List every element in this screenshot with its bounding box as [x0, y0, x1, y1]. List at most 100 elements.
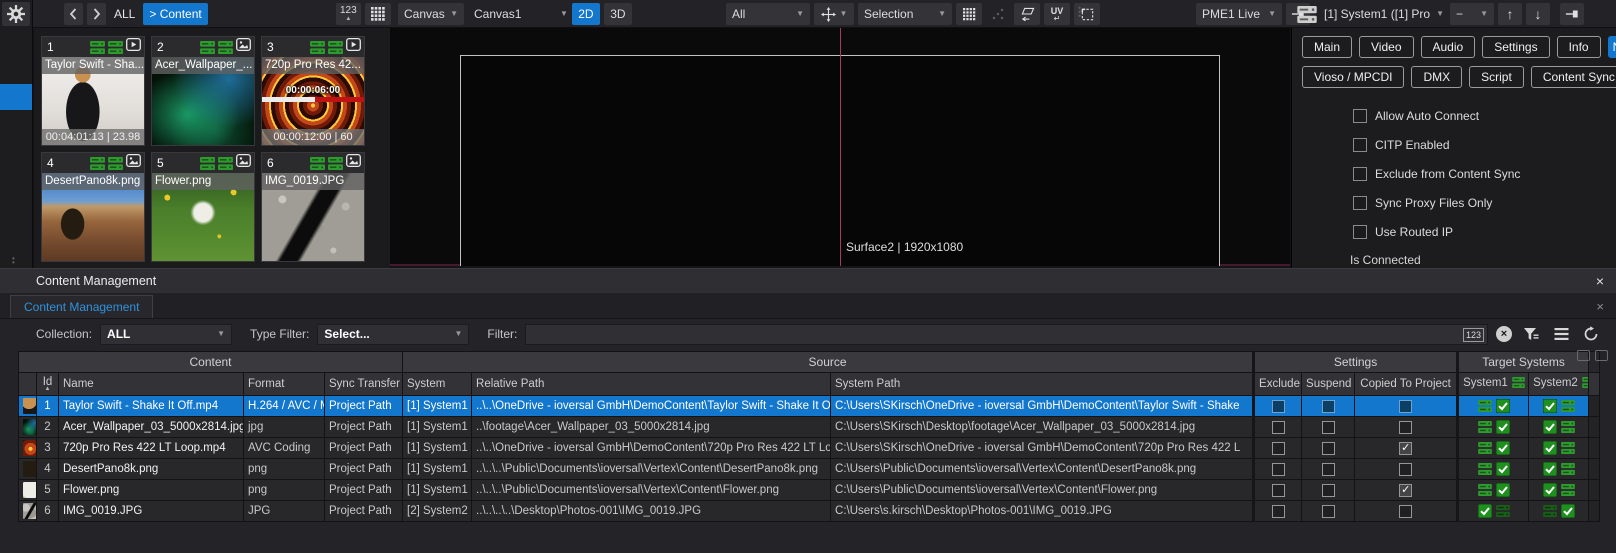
checkbox[interactable] — [1399, 484, 1412, 497]
table-row[interactable]: 1 Taylor Swift - Shake It Off.mp4 H.264 … — [19, 396, 1600, 417]
numbering-toggle-button[interactable]: 123▲ — [336, 3, 361, 25]
checkbox[interactable] — [1272, 463, 1285, 476]
tab-audio[interactable]: Audio — [1421, 36, 1476, 58]
column-name[interactable]: Name — [59, 373, 244, 396]
window-titlebar[interactable]: Content Management × — [0, 269, 1616, 293]
breadcrumb-all[interactable]: ALL — [110, 7, 139, 21]
column-system[interactable]: System — [403, 373, 472, 396]
chevron-down-icon[interactable]: ▼ — [560, 10, 568, 18]
checkbox[interactable] — [1399, 505, 1412, 518]
content-tile[interactable]: 4 DesertPano8k.png — [41, 152, 145, 262]
pin-button[interactable] — [1560, 3, 1584, 25]
column-system2[interactable]: System2 — [1529, 373, 1589, 396]
system-select-dropdown[interactable]: [1] System1 ([1] Pro▼ — [1322, 3, 1446, 25]
checkbox[interactable] — [1399, 442, 1412, 455]
tab-script[interactable]: Script — [1469, 66, 1524, 88]
content-tile[interactable]: 3 720p Pro Res 42... 00:00:06:00 00:00:1… — [261, 36, 365, 146]
group-header-target-systems[interactable]: Target Systems — [1458, 352, 1589, 373]
table-row[interactable]: 5 Flower.png png Project Path [1] System… — [19, 480, 1600, 501]
column-relative-path[interactable]: Relative Path — [472, 373, 831, 396]
checkbox[interactable] — [1322, 400, 1335, 413]
move-down-button[interactable]: ↓ — [1526, 3, 1550, 25]
layer-filter-dropdown[interactable]: All▼ — [726, 3, 810, 25]
checkbox[interactable] — [1322, 442, 1335, 455]
table-row[interactable]: 2 Acer_Wallpaper_03_5000x2814.jpg jpg Pr… — [19, 417, 1600, 438]
table-row[interactable]: 6 IMG_0019.JPG JPG Project Path [2] Syst… — [19, 501, 1600, 522]
transform-warp-button[interactable] — [1014, 3, 1040, 25]
column-suspend[interactable]: Suspend — [1302, 373, 1355, 396]
move-up-button[interactable]: ↑ — [1498, 3, 1522, 25]
grid-view-button[interactable] — [365, 3, 391, 25]
toolbar-grip[interactable]: ••• — [1078, 6, 1081, 18]
close-icon[interactable]: × — [1596, 299, 1604, 318]
checkbox[interactable] — [1322, 484, 1335, 497]
group-header-content[interactable]: Content — [19, 352, 403, 373]
tab-settings[interactable]: Settings — [1482, 36, 1549, 58]
forward-button[interactable] — [87, 3, 106, 25]
tab-partial[interactable]: N — [1608, 36, 1616, 58]
tab-video[interactable]: Video — [1359, 36, 1413, 58]
column-sync-transfer[interactable]: Sync Transfer — [325, 373, 403, 396]
checkbox[interactable] — [1272, 505, 1285, 518]
checkbox[interactable] — [1353, 225, 1367, 239]
snap-points-button[interactable] — [986, 3, 1010, 25]
tab-dmx[interactable]: DMX — [1411, 66, 1462, 88]
column-format[interactable]: Format — [244, 373, 325, 396]
group-header-source[interactable]: Source — [403, 352, 1254, 373]
clear-filter-button[interactable]: × — [1496, 326, 1512, 342]
close-icon[interactable]: × — [1596, 274, 1604, 288]
minus-dropdown[interactable]: −▼ — [1450, 3, 1494, 25]
content-tab[interactable]: > Content — [143, 3, 207, 25]
column-id[interactable]: Id▲ — [37, 373, 59, 396]
checkbox[interactable] — [1399, 421, 1412, 434]
content-tile[interactable]: 5 Flower.png — [151, 152, 255, 262]
tab-content-sync[interactable]: Content Sync — [1531, 66, 1616, 88]
tab-info[interactable]: Info — [1557, 36, 1601, 58]
canvas-viewport[interactable]: Surface2 | 1920x1080 — [390, 28, 1290, 266]
collection-dropdown[interactable]: ALL▼ — [100, 324, 232, 345]
checkbox[interactable] — [1353, 138, 1367, 152]
refresh-button[interactable] — [1580, 323, 1602, 345]
checkbox[interactable] — [1272, 442, 1285, 455]
list-view-button[interactable] — [1550, 323, 1572, 345]
tab-content-management[interactable]: Content Management — [10, 295, 153, 318]
grid-snap-button[interactable] — [956, 3, 982, 25]
checkbox[interactable] — [1399, 400, 1412, 413]
filter-input[interactable]: 123 — [525, 324, 1488, 345]
table-row[interactable]: 4 DesertPano8k.png png Project Path [1] … — [19, 459, 1600, 480]
selection-mode-dropdown[interactable]: Selection▼ — [858, 3, 952, 25]
back-button[interactable] — [64, 3, 83, 25]
checkbox[interactable] — [1272, 484, 1285, 497]
mode-2d-button[interactable]: 2D — [572, 3, 600, 25]
grip-dots-icon[interactable]: •• — [12, 257, 15, 265]
checkbox[interactable] — [1399, 463, 1412, 476]
table-option-icon[interactable] — [1577, 350, 1590, 361]
content-tile[interactable]: 6 IMG_0019.JPG — [261, 152, 365, 262]
canvas-name-field[interactable]: Canvas1 — [468, 3, 556, 25]
checkbox[interactable] — [1353, 196, 1367, 210]
canvas-type-dropdown[interactable]: Canvas▼ — [398, 3, 464, 25]
pme-live-dropdown[interactable]: PME1 Live▼ — [1196, 3, 1282, 25]
move-tool-button[interactable]: ▼ — [814, 3, 854, 25]
mode-3d-button[interactable]: 3D — [604, 3, 632, 25]
content-tile[interactable]: 1 Taylor Swift - Sha... 00:04:01:13 | 23… — [41, 36, 145, 146]
uv-mapping-button[interactable]: UV↵ — [1044, 3, 1070, 25]
column-system1[interactable]: System1 — [1458, 373, 1529, 396]
filter-funnel-button[interactable] — [1520, 323, 1542, 345]
checkbox[interactable] — [1272, 421, 1285, 434]
checkbox[interactable] — [1353, 109, 1367, 123]
table-row[interactable]: 3 720p Pro Res 422 LT Loop.mp4 AVC Codin… — [19, 438, 1600, 459]
column-system-path[interactable]: System Path — [831, 373, 1254, 396]
settings-gear-button[interactable] — [2, 2, 30, 26]
type-filter-dropdown[interactable]: Select...▼ — [317, 324, 469, 345]
checkbox[interactable] — [1322, 505, 1335, 518]
content-tile[interactable]: 2 Acer_Wallpaper_... — [151, 36, 255, 146]
group-header-settings[interactable]: Settings — [1254, 352, 1458, 373]
tab-vioso-mpcdi[interactable]: Vioso / MPCDI — [1302, 66, 1404, 88]
column-exclude[interactable]: Exclude — [1254, 373, 1302, 396]
checkbox[interactable] — [1322, 421, 1335, 434]
checkbox[interactable] — [1322, 463, 1335, 476]
column-copied-to-project[interactable]: Copied To Project — [1355, 373, 1458, 396]
tab-main[interactable]: Main — [1302, 36, 1352, 58]
checkbox[interactable] — [1272, 400, 1285, 413]
